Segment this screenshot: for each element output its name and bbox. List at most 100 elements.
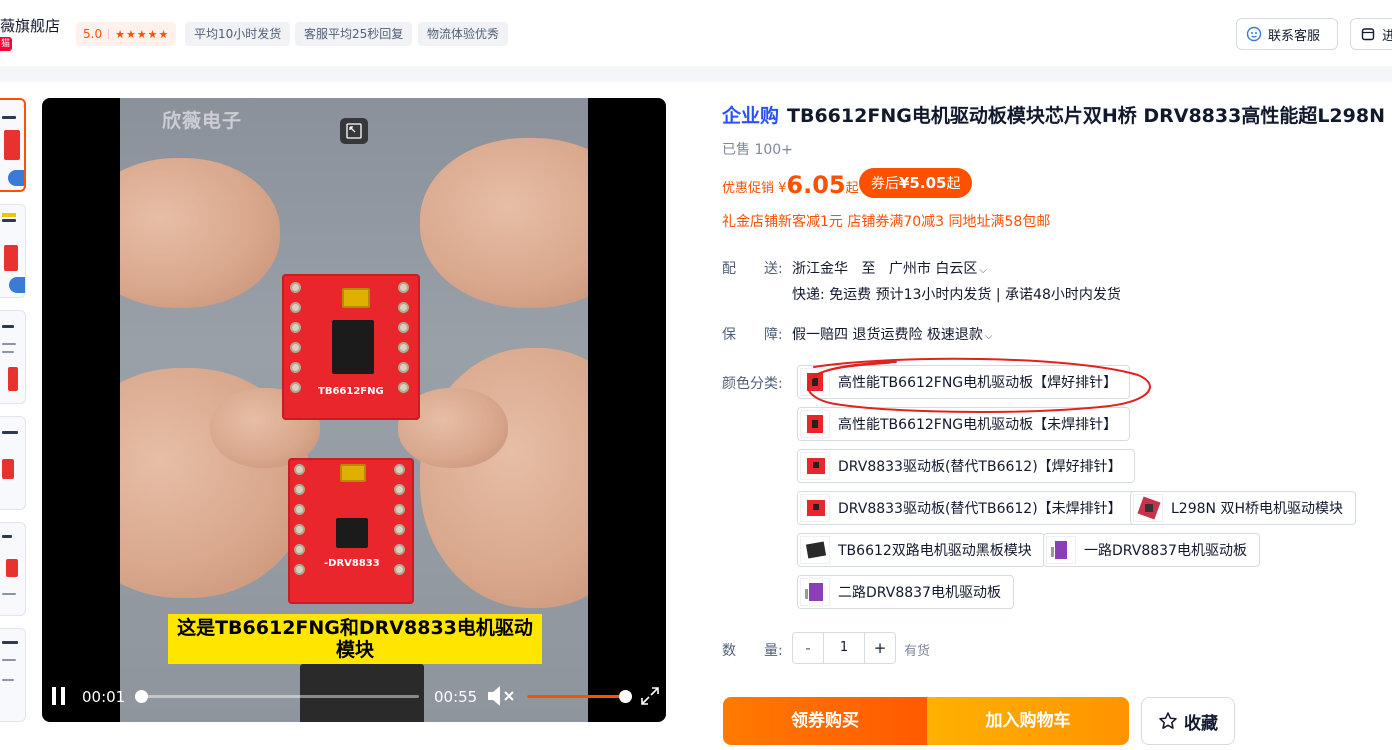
pin	[398, 322, 409, 333]
thumb-badge	[8, 170, 24, 186]
thumb-text	[2, 659, 16, 661]
delivery-details: 快递: 免运费 预计13小时内发货 | 承诺48小时内发货	[792, 287, 1121, 303]
sold-count: 已售 100+	[722, 142, 793, 158]
sku-option-label: 高性能TB6612FNG电机驱动板【未焊排针】	[838, 417, 1118, 433]
chevron-down-icon: ⌵	[984, 331, 993, 342]
capacitor	[342, 288, 370, 308]
delivery-to-word: 至	[861, 261, 876, 277]
thumb-board	[4, 130, 20, 160]
thumbnail-6[interactable]	[0, 628, 26, 722]
thumb-board	[2, 459, 14, 479]
pin	[398, 382, 409, 393]
thumbnail-4[interactable]	[0, 416, 26, 510]
board-label: TB6612FNG	[318, 386, 384, 397]
delivery-to: 广州市 白云区	[888, 261, 978, 277]
pin	[398, 342, 409, 353]
volume-handle[interactable]	[619, 690, 632, 703]
price-label: 优惠促销 ¥	[722, 181, 787, 196]
delivery-from: 浙江金华	[792, 261, 848, 277]
sku-option-label: L298N 双H桥电机驱动模块	[1171, 501, 1343, 517]
section-divider	[0, 66, 1392, 82]
thumbnail-2[interactable]	[0, 204, 26, 298]
volume-slider[interactable]	[527, 690, 632, 703]
thumbnail-1[interactable]	[0, 98, 26, 192]
pin	[294, 564, 305, 575]
hand-right-bottom	[420, 348, 588, 608]
guarantee-text: 假一赔四 退货运费险 极速退款	[792, 327, 983, 343]
current-time: 00:01	[82, 688, 126, 706]
pin	[290, 302, 301, 313]
progress-bar[interactable]	[134, 690, 419, 703]
coupon-suffix: 起	[946, 176, 961, 192]
add-to-cart-button[interactable]: 加入购物车	[927, 697, 1129, 745]
favorite-button[interactable]: 收藏	[1141, 697, 1235, 745]
video-subtitle: 这是TB6612FNG和DRV8833电机驱动 模块	[168, 614, 542, 664]
quantity-minus-button[interactable]: -	[793, 633, 823, 663]
sku-option-7[interactable]: 一路DRV8837电机驱动板	[1043, 533, 1260, 567]
enterprise-tag[interactable]: 企业购	[722, 105, 779, 127]
promotion-text[interactable]: 礼金店铺新客减1元 店铺券满70减3 同地址满58包邮	[722, 211, 1050, 231]
sku-thumbnail	[800, 536, 830, 564]
thumbnail-5[interactable]	[0, 522, 26, 616]
hand-right-top	[420, 138, 588, 308]
thumb-text	[2, 219, 16, 222]
shop-name[interactable]: 薇旗舰店	[0, 15, 60, 36]
pin	[294, 544, 305, 555]
pin	[398, 362, 409, 373]
sku-option-5[interactable]: L298N 双H桥电机驱动模块	[1130, 491, 1356, 525]
chevron-down-icon: ⌵	[979, 265, 987, 276]
guarantee-label: 保 障:	[722, 327, 783, 343]
pin	[290, 362, 301, 373]
shop-tag-logistics: 物流体验优秀	[418, 22, 509, 46]
quantity-plus-button[interactable]: +	[865, 633, 895, 663]
pin	[294, 524, 305, 535]
sku-option-6[interactable]: TB6612双路电机驱动黑板模块	[797, 533, 1045, 567]
guarantee-value[interactable]: 假一赔四 退货运费险 极速退款 ⌵	[792, 324, 993, 344]
quantity-label: 数 量:	[722, 643, 783, 659]
stock-status: 有货	[904, 644, 931, 659]
sku-option-label: DRV8833驱动板(替代TB6612)【未焊排针】	[838, 501, 1122, 517]
sku-option-3[interactable]: DRV8833驱动板(替代TB6612)【焊好排针】	[797, 449, 1135, 483]
rating-score: 5.0	[83, 27, 103, 41]
sku-thumbnail	[800, 578, 830, 606]
sku-option-8[interactable]: 二路DRV8837电机驱动板	[797, 575, 1014, 609]
muted-speaker-icon[interactable]	[486, 685, 516, 707]
pause-icon[interactable]	[52, 687, 66, 705]
fullscreen-icon[interactable]	[640, 686, 660, 706]
picture-in-picture-icon[interactable]	[340, 118, 368, 144]
thumb-text	[2, 641, 18, 644]
tmall-badge: 猫	[0, 37, 12, 51]
product-video-player[interactable]: 欣薇电子 TB6612FNG -DRV8833 这是TB6612FNG和DRV8…	[42, 98, 666, 722]
pin	[394, 524, 405, 535]
thumbnail-3[interactable]	[0, 310, 26, 404]
thumb-text	[2, 343, 16, 345]
pin	[294, 504, 305, 515]
rating-stars-icon: ★★★★★	[115, 27, 170, 41]
enter-store-label: 进	[1382, 25, 1392, 44]
sku-option-4[interactable]: DRV8833驱动板(替代TB6612)【未焊排针】	[797, 491, 1135, 525]
chat-bot-icon	[1246, 26, 1262, 42]
shop-rating: 5.0 ★★★★★	[76, 22, 177, 46]
buy-with-coupon-button[interactable]: 领券购买	[723, 697, 927, 745]
contact-service-label: 联系客服	[1268, 28, 1321, 44]
pin	[394, 464, 405, 475]
pin	[394, 484, 405, 495]
video-frame: 欣薇电子 TB6612FNG -DRV8833 这是TB6612FNG和DRV8…	[120, 98, 588, 722]
price-value: 6.05	[786, 171, 846, 199]
contact-service-button[interactable]: 联系客服	[1236, 18, 1338, 50]
pin	[290, 282, 301, 293]
pin	[394, 544, 405, 555]
drv8833-board: -DRV8833	[288, 458, 414, 604]
thumb-board	[6, 559, 18, 577]
sku-option-label: 一路DRV8837电机驱动板	[1084, 543, 1247, 559]
delivery-route[interactable]: 浙江金华 至 广州市 白云区 ⌵	[792, 258, 987, 278]
enter-store-button[interactable]: 进	[1350, 18, 1392, 50]
progress-handle[interactable]	[134, 690, 148, 703]
sku-option-label: DRV8833驱动板(替代TB6612)【焊好排针】	[838, 459, 1122, 475]
quantity-stepper: - 1 +	[792, 632, 896, 664]
quantity-input[interactable]: 1	[823, 633, 865, 663]
sku-thumbnail	[1046, 536, 1076, 564]
product-title: 企业购 TB6612FNG电机驱动板模块芯片双H桥 DRV8833高性能超L298…	[722, 101, 1392, 129]
sku-option-label: 二路DRV8837电机驱动板	[838, 585, 1001, 601]
subtitle-line-1: 这是TB6612FNG和DRV8833电机驱动	[177, 617, 533, 639]
